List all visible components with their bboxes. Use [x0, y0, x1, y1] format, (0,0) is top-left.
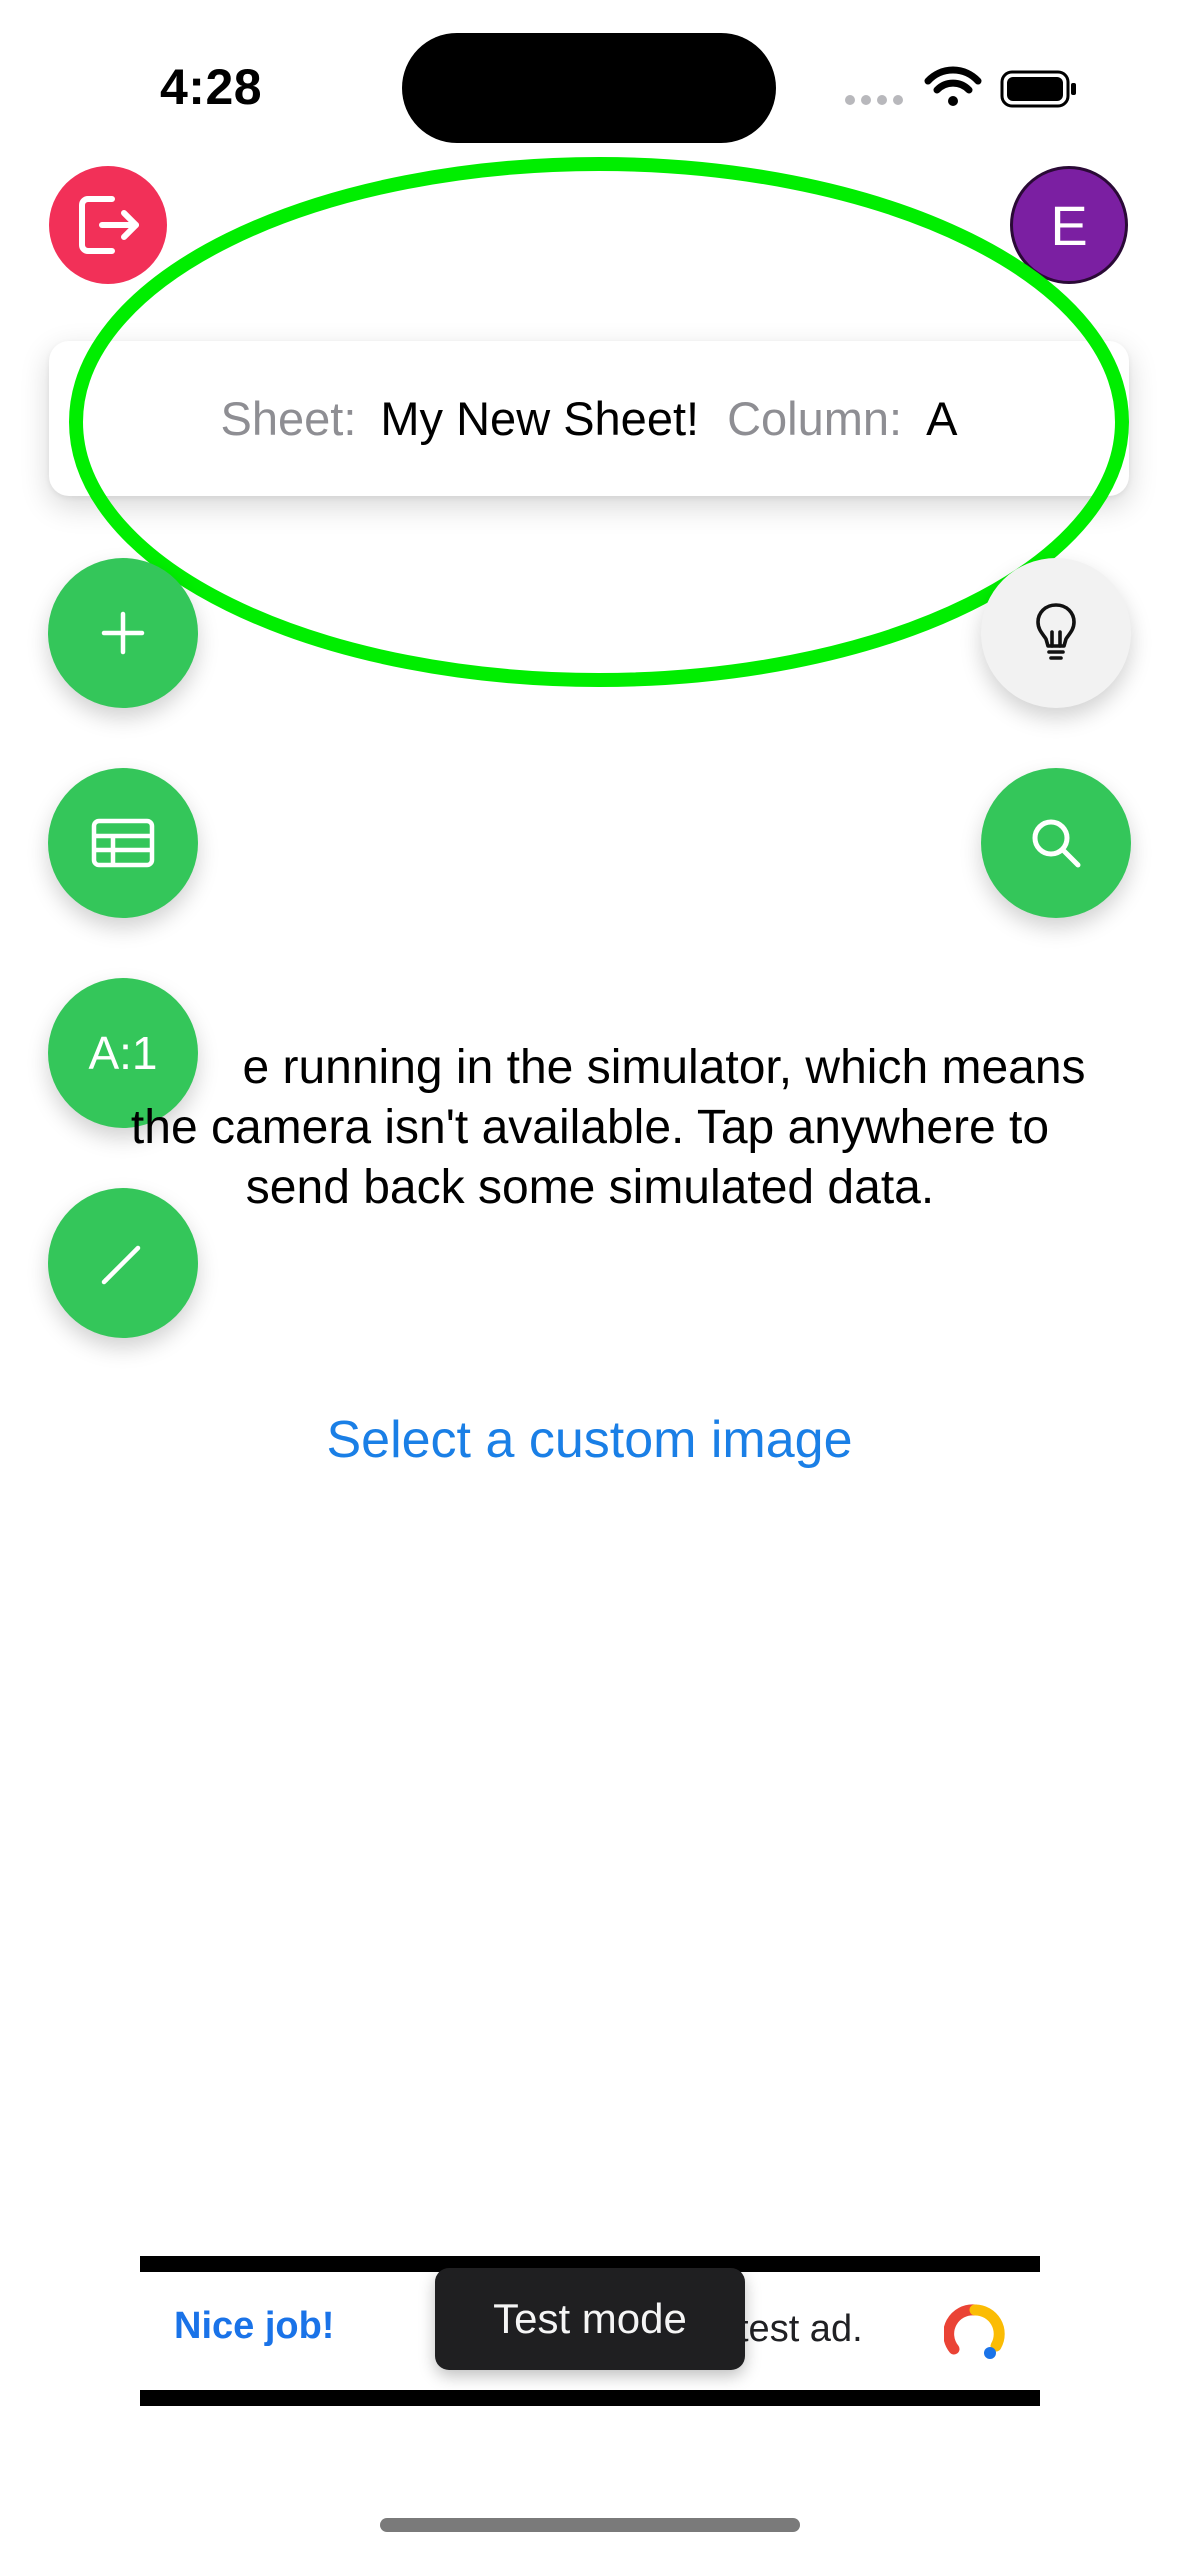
simulator-message[interactable]: e running in the simulator, which means …	[40, 1038, 1140, 1218]
wifi-icon	[924, 66, 982, 106]
highlight-ellipse	[69, 157, 1129, 687]
simulator-message-line: send back some simulated data.	[245, 1161, 935, 1214]
simulator-message-line: e running in the simulator, which means	[242, 1041, 1086, 1094]
search-icon	[1032, 819, 1081, 868]
ad-body-text: test ad.	[738, 2308, 863, 2350]
plus-icon	[101, 611, 145, 655]
sheets-button[interactable]	[48, 768, 198, 918]
battery-icon	[1000, 70, 1076, 108]
simulator-message-line: the camera isn't available. Tap anywhere…	[130, 1101, 1050, 1154]
test-mode-badge: Test mode	[435, 2268, 745, 2370]
lightbulb-icon	[1036, 603, 1076, 660]
home-indicator[interactable]	[380, 2518, 800, 2532]
search-button[interactable]	[981, 768, 1131, 918]
cellular-dots-icon	[845, 95, 903, 105]
add-button[interactable]	[48, 558, 198, 708]
ad-logo-icon	[944, 2304, 1005, 2359]
pencil-icon	[101, 1245, 141, 1285]
select-custom-image-link[interactable]: Select a custom image	[0, 1410, 1179, 1470]
status-icons	[845, 62, 1085, 112]
status-time: 4:28	[160, 59, 263, 115]
dynamic-island	[402, 33, 776, 143]
hint-button[interactable]	[981, 558, 1131, 708]
table-icon	[91, 818, 155, 868]
ad-headline: Nice job!	[174, 2305, 335, 2347]
